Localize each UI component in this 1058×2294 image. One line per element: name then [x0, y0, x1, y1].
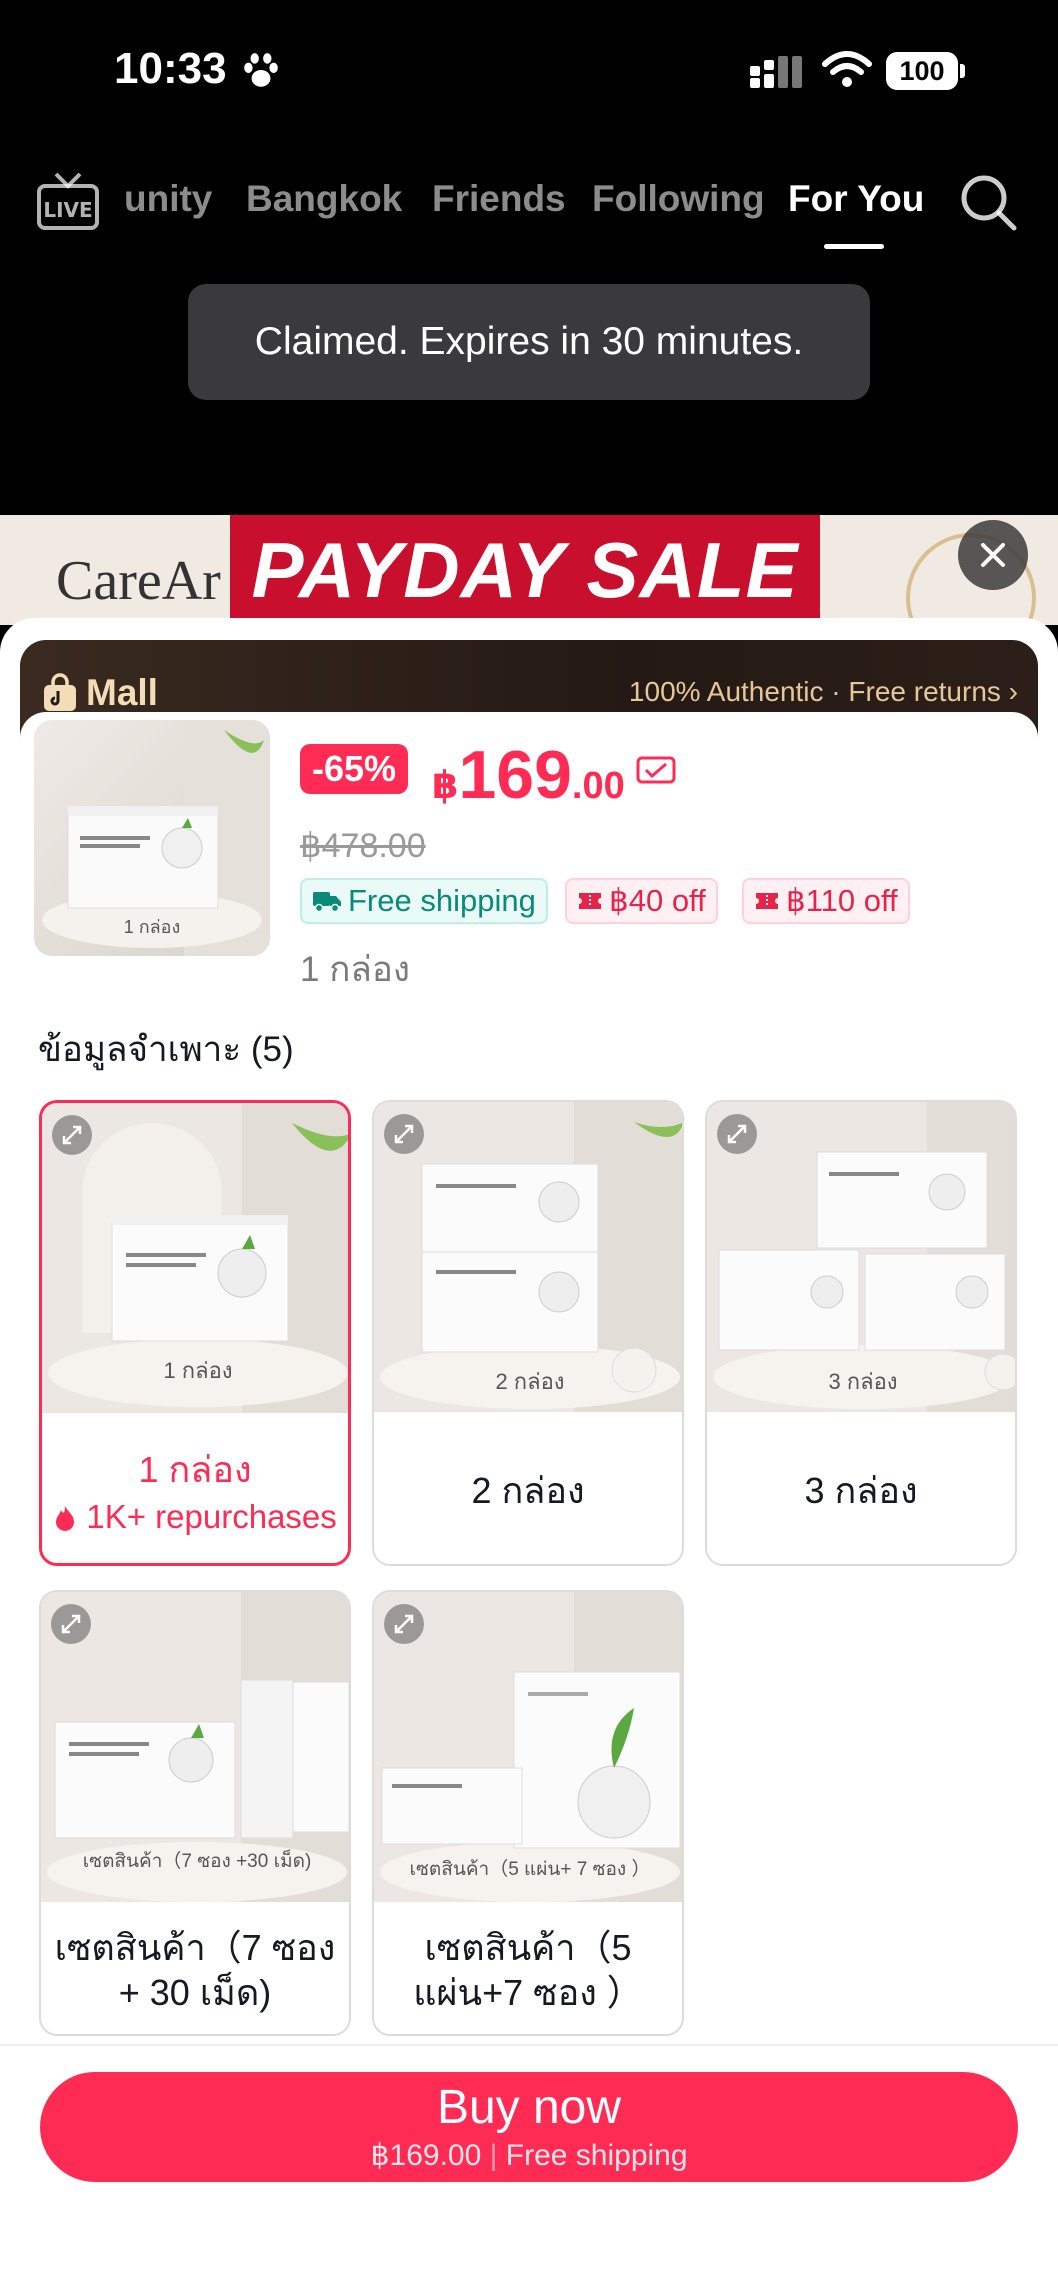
variant-label: 1 กล่อง 1K+ repurchases — [42, 1413, 348, 1563]
buy-now-subtext: ฿169.00 | Free shipping — [370, 2139, 688, 2172]
variant-image-caption: เซตสินค้า（5 แผ่น+ 7 ซอง ） — [409, 1859, 651, 1880]
product-sheet: Mall 100% Authentic · Free returns › 1 ก… — [0, 618, 1058, 2294]
expand-icon[interactable] — [52, 1115, 92, 1155]
variant-label: เซตสินค้า（7 ซอง + 30 เม็ด) — [41, 1902, 349, 2034]
mall-logo: Mall — [42, 672, 158, 714]
free-shipping-label: Free shipping — [348, 883, 536, 918]
divider — [0, 2044, 1058, 2046]
variant-option-1-box[interactable]: 1 กล่อง 1 กล่อง 1K+ repurchases — [39, 1100, 351, 1566]
variant-label-text: 1 กล่อง — [138, 1448, 252, 1490]
discount-badge: -65% — [300, 744, 409, 794]
claimed-toast: Claimed. Expires in 30 minutes. — [188, 284, 870, 400]
tab-friends[interactable]: Friends — [432, 178, 566, 220]
mall-label: Mall — [86, 672, 158, 713]
free-shipping-chip: Free shipping — [300, 878, 548, 924]
price-decimal: .00 — [571, 765, 625, 807]
variant-image-caption: 2 กล่อง — [495, 1369, 565, 1394]
variant-label-text: 2 กล่อง — [471, 1469, 585, 1511]
selected-variant-text: 1 กล่อง — [300, 950, 410, 989]
promo-banner: CareAr PAYDAY SALE — [0, 515, 1058, 625]
product-thumbnail[interactable]: 1 กล่อง — [34, 720, 270, 956]
status-time: 10:33 — [114, 44, 227, 93]
active-tab-indicator — [824, 244, 884, 249]
coupon-chip-40[interactable]: ฿40 off — [565, 878, 718, 924]
ticket-icon — [579, 893, 601, 909]
paw-icon — [244, 53, 278, 87]
variant-option-2-box[interactable]: 2 กล่อง 2 กล่อง — [372, 1100, 684, 1566]
battery-level: 100 — [886, 52, 958, 90]
close-icon — [981, 543, 1005, 567]
coupon-chip-110[interactable]: ฿110 off — [742, 878, 910, 924]
svg-text:LIVE: LIVE — [43, 198, 92, 222]
buy-price: ฿169.00 — [370, 2139, 482, 2172]
tab-bangkok[interactable]: Bangkok — [246, 178, 402, 220]
banner-brand: CareAr — [56, 550, 221, 612]
close-button[interactable] — [958, 520, 1028, 590]
buy-now-button[interactable]: Buy now ฿169.00 | Free shipping — [40, 2072, 1018, 2182]
variant-image: เซตสินค้า（7 ซอง +30 เม็ด) — [41, 1592, 349, 1902]
thumbnail-caption: 1 กล่อง — [123, 917, 181, 937]
variant-label-text: เซตสินค้า（5 แผ่น+7 ซอง ） — [413, 1927, 643, 2013]
variant-label: 3 กล่อง — [707, 1412, 1015, 1564]
tab-following[interactable]: Following — [592, 178, 765, 220]
truck-icon — [313, 892, 341, 913]
variant-label-text: เซตสินค้า（7 ซอง + 30 เม็ด) — [54, 1927, 336, 2013]
feed-tabs: LIVE unity Bangkok Friends Following For… — [0, 160, 1058, 260]
sale-price: ฿169.00 — [432, 736, 625, 814]
price-currency: ฿ — [432, 765, 459, 807]
product-summary: 1 กล่อง -65% ฿169.00 ฿478.00 Free shippi… — [20, 712, 1038, 989]
status-bar: 10:33 100 — [0, 0, 1058, 140]
tab-community[interactable]: unity — [124, 178, 212, 220]
variant-image: 2 กล่อง — [374, 1102, 682, 1412]
repurchase-badge: 1K+ repurchases — [53, 1498, 337, 1536]
fire-icon — [56, 1505, 75, 1531]
mall-tagline[interactable]: 100% Authentic · Free returns › — [629, 676, 1018, 708]
banner-sale-text: PAYDAY SALE — [230, 515, 820, 625]
expand-icon[interactable] — [384, 1604, 424, 1644]
coupon-label: ฿110 off — [786, 883, 898, 918]
variant-image: 3 กล่อง — [707, 1102, 1015, 1412]
repurchase-text: 1K+ repurchases — [86, 1497, 337, 1535]
variant-option-4-box[interactable]: เซตสินค้า（7 ซอง +30 เม็ด) เซตสินค้า（7 ซอ… — [39, 1590, 351, 2036]
variant-image: 1 กล่อง — [42, 1103, 348, 1413]
coupon-label: ฿40 off — [609, 883, 706, 918]
ticket-icon — [756, 893, 778, 909]
buy-now-label: Buy now — [436, 2081, 622, 2134]
shopping-bag-icon — [44, 673, 76, 711]
battery-indicator: 100 — [886, 52, 966, 90]
expand-icon[interactable] — [51, 1604, 91, 1644]
spec-title: ข้อมูลจำเพาะ (5) — [38, 1030, 294, 1069]
variant-label-text: 3 กล่อง — [804, 1469, 918, 1511]
live-icon[interactable]: LIVE — [36, 170, 100, 234]
original-price: ฿478.00 — [300, 827, 426, 865]
price-whole: 169 — [458, 737, 572, 813]
coupon-icon — [636, 756, 676, 784]
variant-label: 2 กล่อง — [374, 1412, 682, 1564]
expand-icon[interactable] — [384, 1114, 424, 1154]
variant-option-3-box[interactable]: 3 กล่อง 3 กล่อง — [705, 1100, 1017, 1566]
tab-for-you[interactable]: For You — [788, 178, 924, 220]
expand-icon[interactable] — [717, 1114, 757, 1154]
cellular-signal-icon — [750, 56, 802, 88]
variant-image-caption: 1 กล่อง — [163, 1358, 233, 1383]
variant-image: เซตสินค้า（5 แผ่น+ 7 ซอง ） — [374, 1592, 682, 1902]
wifi-icon — [822, 51, 872, 87]
buy-shipping: Free shipping — [505, 2139, 688, 2172]
variant-image-caption: เซตสินค้า（7 ซอง +30 เม็ด) — [82, 1851, 312, 1872]
search-icon[interactable] — [958, 172, 1018, 232]
variant-image-caption: 3 กล่อง — [828, 1369, 898, 1394]
variant-label: เซตสินค้า（5 แผ่น+7 ซอง ） — [374, 1902, 682, 2034]
variant-option-5-box[interactable]: เซตสินค้า（5 แผ่น+ 7 ซอง ） เซตสินค้า（5 แผ… — [372, 1590, 684, 2036]
